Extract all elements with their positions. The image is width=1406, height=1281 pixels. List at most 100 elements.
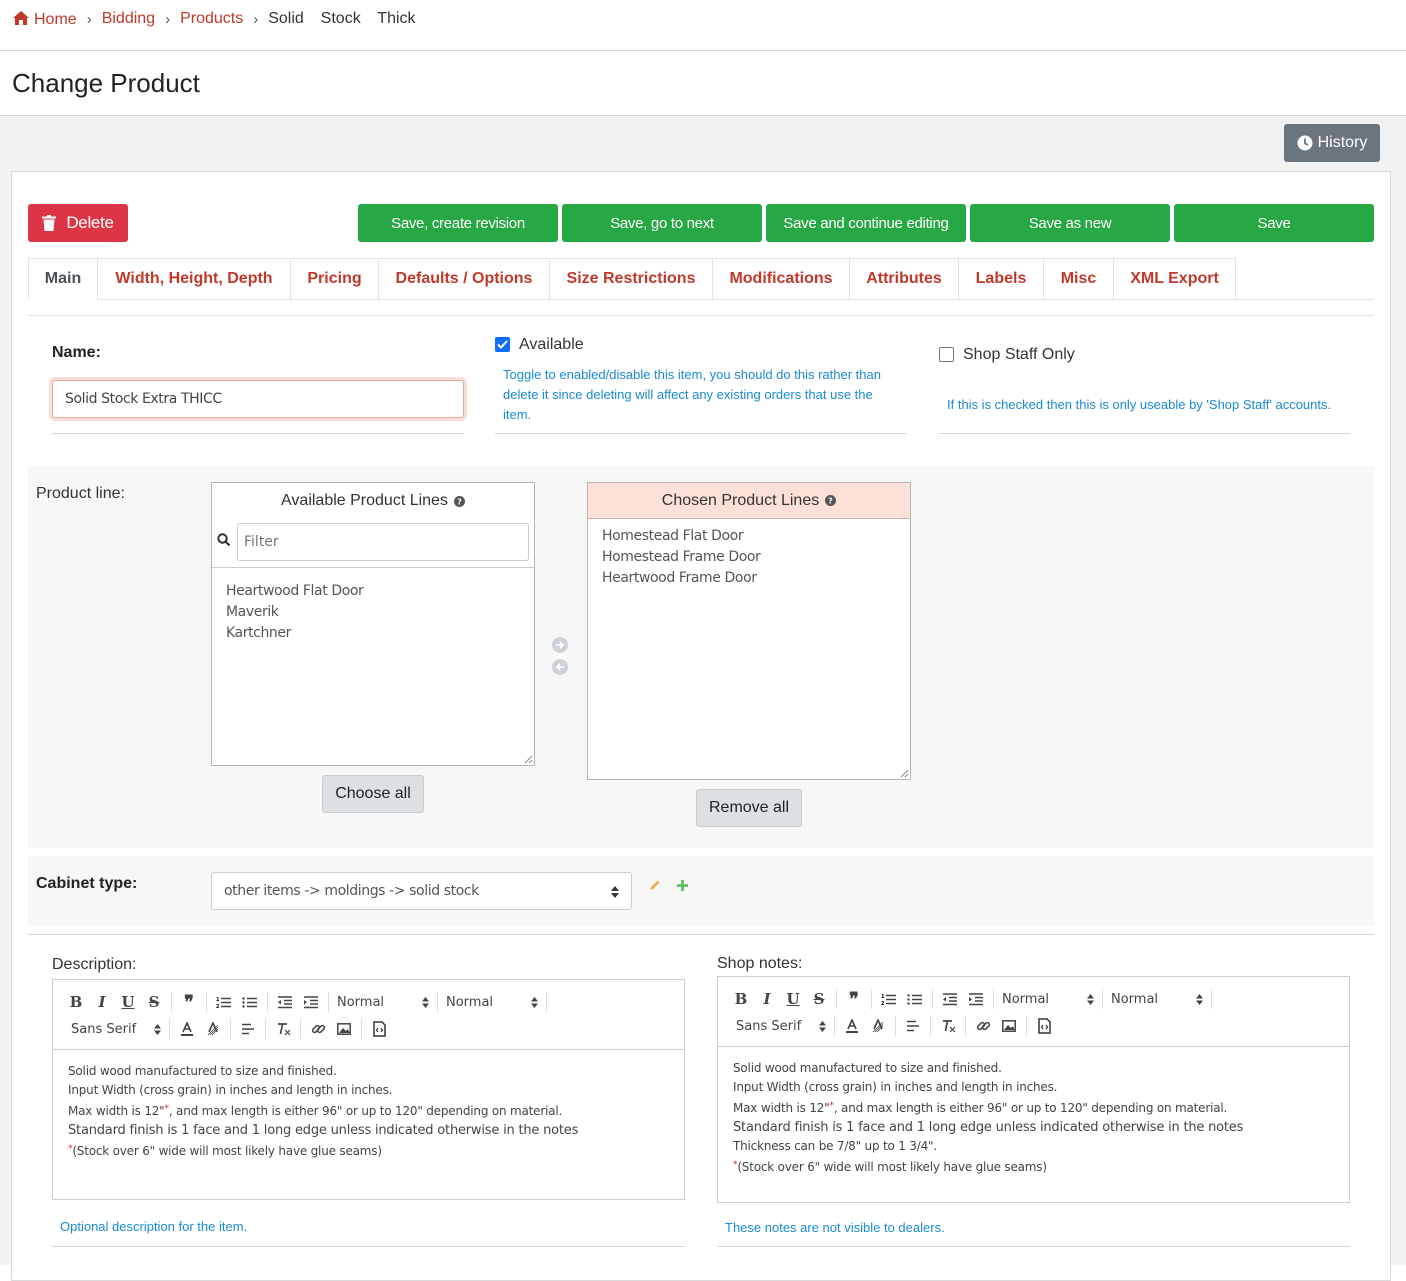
pencil-icon[interactable] bbox=[648, 879, 661, 892]
background-color-icon[interactable] bbox=[200, 1018, 226, 1040]
list-item[interactable]: Heartwood Frame Door bbox=[602, 568, 760, 589]
shop-notes-line: Standard finish is 1 face and 1 long edg… bbox=[733, 1120, 1244, 1135]
indent-icon[interactable] bbox=[963, 988, 989, 1010]
save-button[interactable]: Save bbox=[1174, 204, 1374, 242]
shop-notes-content[interactable]: Solid wood manufactured to size and fini… bbox=[733, 1059, 1243, 1177]
text-color-icon[interactable] bbox=[839, 1015, 865, 1037]
list-item[interactable]: Homestead Flat Door bbox=[602, 526, 760, 547]
bold-icon[interactable]: B bbox=[63, 991, 89, 1013]
tab-main[interactable]: Main bbox=[28, 258, 98, 300]
cabinet-type-select[interactable]: other items -> moldings -> solid stock bbox=[211, 872, 632, 910]
source-code-icon[interactable] bbox=[366, 1018, 392, 1040]
tab-xml-export[interactable]: XML Export bbox=[1113, 258, 1236, 300]
remove-arrow-icon[interactable] bbox=[552, 659, 568, 675]
underline-icon[interactable]: U bbox=[780, 988, 806, 1010]
ordered-list-icon[interactable]: 12 bbox=[876, 988, 902, 1010]
resize-handle-icon[interactable] bbox=[524, 755, 533, 764]
remove-all-button[interactable]: Remove all bbox=[696, 789, 802, 827]
header-select[interactable]: Normal bbox=[998, 992, 1098, 1007]
description-content[interactable]: Solid wood manufactured to size and fini… bbox=[68, 1062, 578, 1161]
align-icon[interactable] bbox=[235, 1018, 261, 1040]
svg-text:1: 1 bbox=[216, 997, 220, 1003]
filter-input[interactable] bbox=[237, 523, 529, 561]
size-select[interactable]: Normal bbox=[442, 995, 542, 1010]
description-toolbar: B I U S ❞ 12 Normal Normal Sans Serif bbox=[53, 980, 684, 1050]
outdent-icon[interactable] bbox=[937, 988, 963, 1010]
background-color-icon[interactable] bbox=[865, 1015, 891, 1037]
link-icon[interactable] bbox=[305, 1018, 331, 1040]
plus-icon[interactable] bbox=[676, 879, 689, 892]
tab-labels[interactable]: Labels bbox=[958, 258, 1044, 300]
text-color-icon[interactable] bbox=[174, 1018, 200, 1040]
indent-icon[interactable] bbox=[298, 991, 324, 1013]
bold-icon[interactable]: B bbox=[728, 988, 754, 1010]
header-select-value: Normal bbox=[1002, 991, 1050, 1007]
choose-arrow-icon[interactable] bbox=[552, 637, 568, 653]
description-label: Description: bbox=[52, 956, 137, 973]
history-button[interactable]: History bbox=[1284, 124, 1380, 162]
bullet-list-icon[interactable] bbox=[902, 988, 928, 1010]
font-select[interactable]: Sans Serif bbox=[67, 1022, 165, 1037]
image-icon[interactable] bbox=[331, 1018, 357, 1040]
italic-icon[interactable]: I bbox=[754, 988, 780, 1010]
align-icon[interactable] bbox=[900, 1015, 926, 1037]
size-select[interactable]: Normal bbox=[1107, 992, 1207, 1007]
save-create-revision-button[interactable]: Save, create revision bbox=[358, 204, 558, 242]
link-icon[interactable] bbox=[970, 1015, 996, 1037]
source-code-icon[interactable] bbox=[1031, 1015, 1057, 1037]
shop-notes-line: Max width is 12"*, and max length is eit… bbox=[733, 1097, 1243, 1118]
header-select[interactable]: Normal bbox=[333, 995, 433, 1010]
tab-attributes[interactable]: Attributes bbox=[849, 258, 959, 300]
font-select-value: Sans Serif bbox=[71, 1021, 137, 1037]
save-continue-button[interactable]: Save and continue editing bbox=[766, 204, 966, 242]
list-item[interactable]: Maverik bbox=[226, 602, 363, 623]
bullet-list-icon[interactable] bbox=[237, 991, 263, 1013]
description-help: Optional description for the item. bbox=[60, 1219, 248, 1234]
blockquote-icon[interactable]: ❞ bbox=[176, 991, 202, 1013]
tab-bar: Main Width, Height, Depth Pricing Defaul… bbox=[28, 258, 1236, 300]
description-underline bbox=[52, 1246, 685, 1247]
tab-pricing[interactable]: Pricing bbox=[290, 258, 379, 300]
breadcrumb-home[interactable]: Home bbox=[12, 10, 77, 29]
clear-format-icon[interactable] bbox=[935, 1015, 961, 1037]
shop-staff-checkbox[interactable] bbox=[939, 347, 954, 362]
blockquote-icon[interactable]: ❞ bbox=[841, 988, 867, 1010]
description-editor: B I U S ❞ 12 Normal Normal Sans Serif So… bbox=[52, 979, 685, 1200]
strike-icon[interactable]: S bbox=[806, 988, 832, 1010]
move-controls bbox=[552, 637, 568, 675]
resize-handle-icon[interactable] bbox=[900, 769, 909, 778]
save-as-new-button[interactable]: Save as new bbox=[970, 204, 1170, 242]
list-item[interactable]: Heartwood Flat Door bbox=[226, 581, 364, 602]
choose-all-button[interactable]: Choose all bbox=[322, 775, 424, 813]
breadcrumb-products[interactable]: Products bbox=[180, 10, 243, 28]
tab-misc[interactable]: Misc bbox=[1043, 258, 1114, 300]
clear-format-icon[interactable] bbox=[270, 1018, 296, 1040]
available-checkbox[interactable] bbox=[495, 337, 510, 352]
tab-width-height-depth[interactable]: Width, Height, Depth bbox=[97, 258, 291, 300]
underline-icon[interactable]: U bbox=[115, 991, 141, 1013]
list-item[interactable]: Kartchner bbox=[226, 623, 363, 644]
image-icon[interactable] bbox=[996, 1015, 1022, 1037]
strike-icon[interactable]: S bbox=[141, 991, 167, 1013]
home-icon bbox=[13, 10, 29, 25]
select-arrows-icon bbox=[531, 996, 538, 1008]
tab-defaults-options[interactable]: Defaults / Options bbox=[378, 258, 550, 300]
tab-modifications[interactable]: Modifications bbox=[712, 258, 850, 300]
name-input[interactable] bbox=[52, 380, 464, 418]
description-line: *(Stock over 6" wide will most likely ha… bbox=[68, 1140, 578, 1161]
italic-icon[interactable]: I bbox=[89, 991, 115, 1013]
breadcrumb-bidding[interactable]: Bidding bbox=[102, 10, 155, 28]
save-go-next-button[interactable]: Save, go to next bbox=[562, 204, 762, 242]
delete-button[interactable]: Delete bbox=[28, 204, 128, 242]
outdent-icon[interactable] bbox=[272, 991, 298, 1013]
available-lines-list[interactable]: Heartwood Flat Door Maverik Kartchner bbox=[226, 581, 364, 644]
ordered-list-icon[interactable]: 12 bbox=[211, 991, 237, 1013]
chosen-lines-list[interactable]: Homestead Flat Door Homestead Frame Door… bbox=[602, 526, 761, 589]
cabinet-type-label: Cabinet type: bbox=[36, 875, 138, 892]
tab-size-restrictions[interactable]: Size Restrictions bbox=[549, 258, 713, 300]
font-select[interactable]: Sans Serif bbox=[732, 1019, 830, 1034]
chosen-lines-header: Chosen Product Lines ? bbox=[588, 483, 910, 519]
shop-notes-line-part: , and max length is either 96" or up to … bbox=[833, 1101, 1228, 1115]
list-item[interactable]: Homestead Frame Door bbox=[602, 547, 761, 568]
select-arrows-icon bbox=[819, 1020, 826, 1032]
